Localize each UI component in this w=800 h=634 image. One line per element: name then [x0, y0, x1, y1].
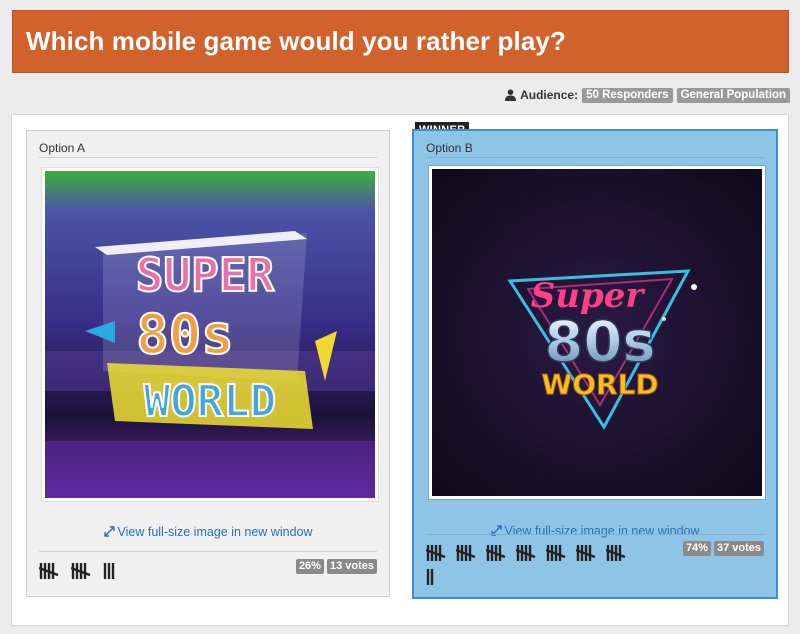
- tally-group: [71, 563, 91, 579]
- results-a: 26% 13 votes: [295, 559, 377, 574]
- tally-group: [426, 545, 446, 561]
- comparison-panel: Option A SUPER 80s WORLD View full-size …: [11, 114, 789, 626]
- option-b-card: Option B Super 80s WORLD View full-size …: [412, 129, 778, 599]
- divider: [39, 157, 377, 158]
- game-art-b: Super 80s WORLD: [432, 169, 762, 496]
- responders-badge: 50 Responders: [582, 87, 673, 103]
- tally-group: [516, 545, 536, 561]
- view-full-size-link-b[interactable]: View full-size image in new window: [414, 524, 776, 538]
- tally-group: [576, 545, 596, 561]
- expand-icon: [103, 526, 115, 537]
- tally-marks-a: [39, 561, 269, 583]
- view-link-text[interactable]: View full-size image in new window: [118, 525, 313, 539]
- population-badge: General Population: [676, 87, 790, 103]
- tally-group: [606, 545, 626, 561]
- audience-bar: Audience: 50 Responders General Populati…: [505, 87, 790, 103]
- art-text-80s: 80s: [544, 310, 655, 375]
- percent-badge: 74%: [682, 541, 711, 556]
- votes-badge: 13 votes: [326, 559, 377, 574]
- divider: [426, 534, 764, 535]
- option-a-card: Option A SUPER 80s WORLD View full-size …: [26, 130, 390, 597]
- tally-group: [39, 563, 59, 579]
- art-text-world: WORLD: [144, 376, 276, 427]
- option-a-image[interactable]: SUPER 80s WORLD: [41, 167, 379, 502]
- page-header: Which mobile game would you rather play?: [12, 10, 789, 73]
- option-b-label: Option B: [426, 141, 473, 155]
- view-full-size-link-a[interactable]: View full-size image in new window: [27, 525, 389, 539]
- tally-group: [456, 545, 476, 561]
- option-a-label: Option A: [39, 141, 86, 155]
- audience-label: Audience:: [520, 88, 579, 102]
- tally-marks-b: [426, 543, 641, 589]
- tally-group: [546, 545, 566, 561]
- tally-group: [103, 563, 115, 579]
- art-text-80s: 80s: [136, 303, 234, 366]
- game-art-a: SUPER 80s WORLD: [45, 171, 375, 498]
- results-b: 74% 37 votes: [682, 541, 764, 556]
- divider: [39, 551, 377, 552]
- user-icon: [505, 89, 517, 101]
- art-text-world: WORLD: [541, 368, 658, 401]
- page-title: Which mobile game would you rather play?: [26, 26, 566, 56]
- percent-badge: 26%: [295, 559, 324, 574]
- view-link-text[interactable]: View full-size image in new window: [505, 524, 700, 538]
- tally-group: [486, 545, 506, 561]
- tally-group: [426, 569, 434, 585]
- divider: [426, 157, 764, 158]
- votes-badge: 37 votes: [713, 541, 764, 556]
- option-b-image[interactable]: Super 80s WORLD: [428, 165, 766, 500]
- art-text-super: SUPER: [136, 248, 275, 302]
